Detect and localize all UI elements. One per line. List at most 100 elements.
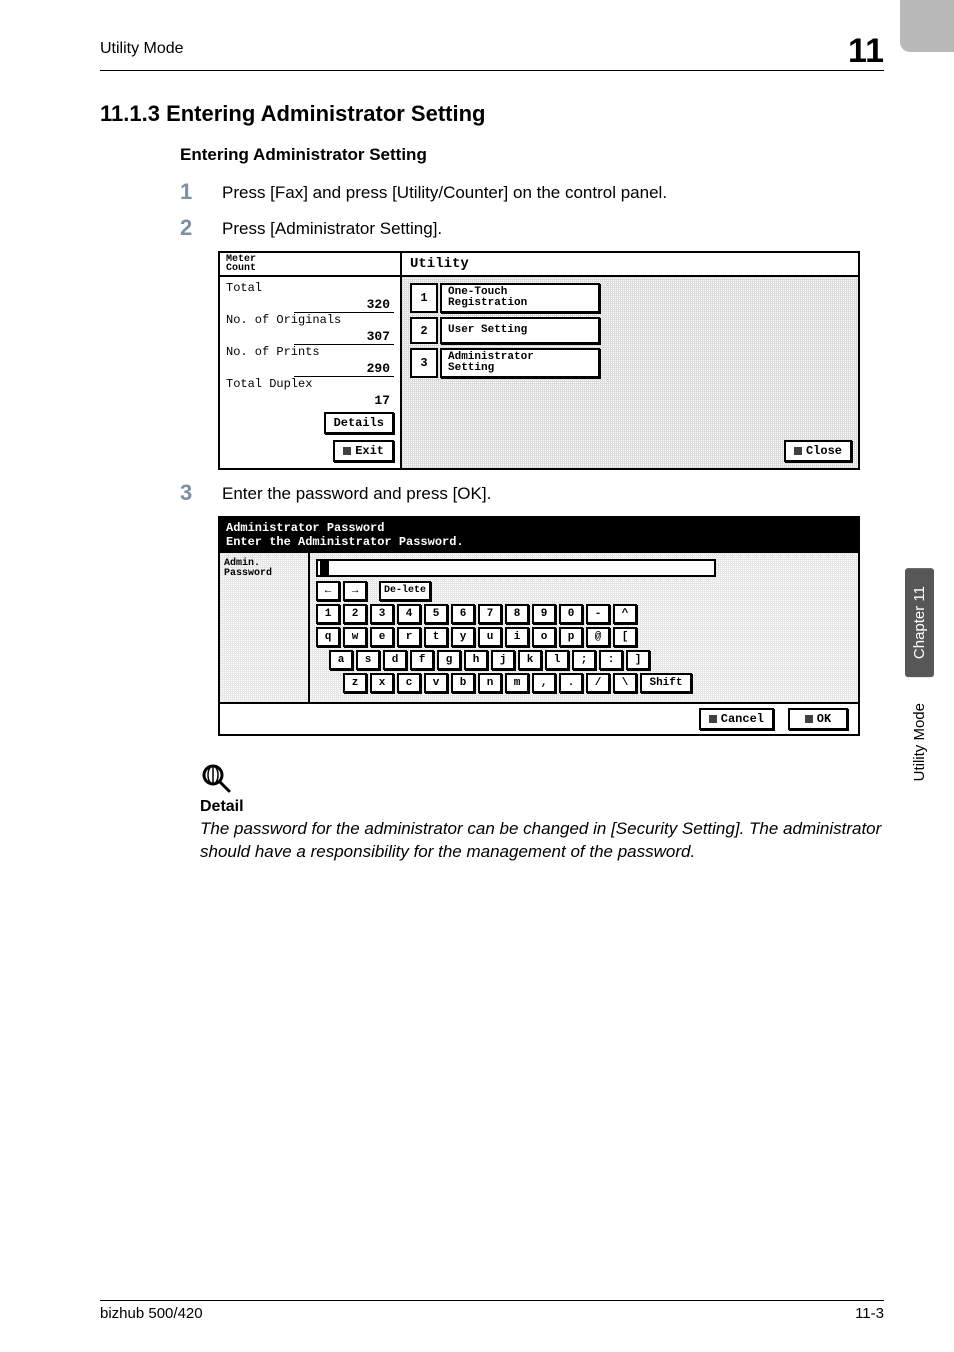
arrow-right-key[interactable]: → — [343, 581, 367, 601]
key-row-2: qwertyuiop@[ — [316, 627, 852, 647]
key-r[interactable]: r — [397, 627, 421, 647]
key-g[interactable]: g — [437, 650, 461, 670]
side-tab: Utility Mode Chapter 11 — [905, 560, 934, 799]
stat-originals-label: No. of Originals — [226, 313, 394, 327]
key-,[interactable]: , — [532, 673, 556, 693]
key-row-1: 1234567890-^ — [316, 604, 852, 624]
key-v[interactable]: v — [424, 673, 448, 693]
key-@[interactable]: @ — [586, 627, 610, 647]
key-u[interactable]: u — [478, 627, 502, 647]
key-:[interactable]: : — [599, 650, 623, 670]
key-;[interactable]: ; — [572, 650, 596, 670]
key-p[interactable]: p — [559, 627, 583, 647]
password-input[interactable] — [316, 559, 716, 577]
key-0[interactable]: 0 — [559, 604, 583, 624]
detail-heading: Detail — [200, 798, 884, 816]
utility-item-3[interactable]: 3 Administrator Setting — [410, 348, 850, 378]
stat-total-label: Total — [226, 281, 394, 295]
exit-button[interactable]: Exit — [333, 440, 394, 462]
key-t[interactable]: t — [424, 627, 448, 647]
key-^[interactable]: ^ — [613, 604, 637, 624]
key-2[interactable]: 2 — [343, 604, 367, 624]
step-2-number: 2 — [180, 215, 222, 241]
key-s[interactable]: s — [356, 650, 380, 670]
key-j[interactable]: j — [491, 650, 515, 670]
key-z[interactable]: z — [343, 673, 367, 693]
utility-item-3-l2: Setting — [448, 362, 494, 374]
key-9[interactable]: 9 — [532, 604, 556, 624]
key-/[interactable]: / — [586, 673, 610, 693]
subsection-heading: Entering Administrator Setting — [180, 145, 884, 165]
key-][interactable]: ] — [626, 650, 650, 670]
meter-l2: Count — [226, 263, 256, 274]
key--[interactable]: - — [586, 604, 610, 624]
keyboard-area: ← → De-lete 1234567890-^ qwertyuiop@[ as… — [310, 553, 858, 702]
stat-duplex-label: Total Duplex — [226, 377, 394, 391]
key-\[interactable]: \ — [613, 673, 637, 693]
section-heading: 11.1.3 Entering Administrator Setting — [100, 101, 884, 127]
step-1: 1 Press [Fax] and press [Utility/Counter… — [180, 179, 884, 205]
step-3: 3 Enter the password and press [OK]. — [180, 480, 884, 506]
footer-right: 11-3 — [855, 1305, 884, 1322]
key-[[interactable]: [ — [613, 627, 637, 647]
key-8[interactable]: 8 — [505, 604, 529, 624]
close-button[interactable]: Close — [784, 440, 852, 462]
arrow-left-key[interactable]: ← — [316, 581, 340, 601]
utility-item-3-num: 3 — [410, 348, 438, 378]
key-7[interactable]: 7 — [478, 604, 502, 624]
running-head: Utility Mode 11 — [100, 40, 884, 71]
delete-key-l2: lete — [402, 586, 426, 595]
ok-button[interactable]: OK — [788, 708, 848, 730]
step-2-text: Press [Administrator Setting]. — [222, 215, 442, 239]
key-h[interactable]: h — [464, 650, 488, 670]
details-button[interactable]: Details — [324, 412, 394, 434]
key-e[interactable]: e — [370, 627, 394, 647]
shift-key[interactable]: Shift — [640, 673, 692, 693]
stat-duplex-value: 17 — [294, 393, 394, 408]
key-6[interactable]: 6 — [451, 604, 475, 624]
utility-item-1-label: One-Touch Registration — [440, 283, 600, 313]
password-header-l1: Administrator Password — [226, 521, 384, 535]
key-w[interactable]: w — [343, 627, 367, 647]
key-o[interactable]: o — [532, 627, 556, 647]
key-a[interactable]: a — [329, 650, 353, 670]
cancel-button[interactable]: Cancel — [699, 708, 774, 730]
key-c[interactable]: c — [397, 673, 421, 693]
key-m[interactable]: m — [505, 673, 529, 693]
utility-item-2[interactable]: 2 User Setting — [410, 317, 850, 344]
key-5[interactable]: 5 — [424, 604, 448, 624]
side-tab-title: Utility Mode — [905, 685, 934, 799]
delete-key[interactable]: De-lete — [379, 581, 431, 601]
utility-panel: Utility 1 One-Touch Registration 2 User … — [402, 253, 858, 468]
detail-body: The password for the administrator can b… — [200, 818, 884, 864]
key-row-4: zxcvbnm,./\ Shift — [343, 673, 852, 693]
utility-item-1[interactable]: 1 One-Touch Registration — [410, 283, 850, 313]
key-3[interactable]: 3 — [370, 604, 394, 624]
key-k[interactable]: k — [518, 650, 542, 670]
key-f[interactable]: f — [410, 650, 434, 670]
utility-item-1-l2: Registration — [448, 297, 527, 309]
key-i[interactable]: i — [505, 627, 529, 647]
running-head-title: Utility Mode — [100, 40, 184, 58]
key-b[interactable]: b — [451, 673, 475, 693]
key-row-3: asdfghjkl;:] — [329, 650, 852, 670]
footer-left: bizhub 500/420 — [100, 1305, 203, 1322]
utility-heading: Utility — [402, 253, 858, 277]
key-x[interactable]: x — [370, 673, 394, 693]
key-q[interactable]: q — [316, 627, 340, 647]
key-4[interactable]: 4 — [397, 604, 421, 624]
key-n[interactable]: n — [478, 673, 502, 693]
utility-item-2-label: User Setting — [440, 317, 600, 344]
key-.[interactable]: . — [559, 673, 583, 693]
key-l[interactable]: l — [545, 650, 569, 670]
password-screenshot: Administrator Password Enter the Adminis… — [218, 516, 860, 736]
key-y[interactable]: y — [451, 627, 475, 647]
utility-screenshot: Meter Count Total 320 No. of Originals 3… — [218, 251, 860, 470]
key-d[interactable]: d — [383, 650, 407, 670]
detail-note: Detail The password for the administrato… — [200, 762, 884, 864]
step-3-number: 3 — [180, 480, 222, 506]
magnifier-icon — [200, 762, 884, 794]
key-row-nav: ← → De-lete — [316, 581, 852, 601]
key-1[interactable]: 1 — [316, 604, 340, 624]
meter-count-panel: Meter Count Total 320 No. of Originals 3… — [220, 253, 402, 468]
